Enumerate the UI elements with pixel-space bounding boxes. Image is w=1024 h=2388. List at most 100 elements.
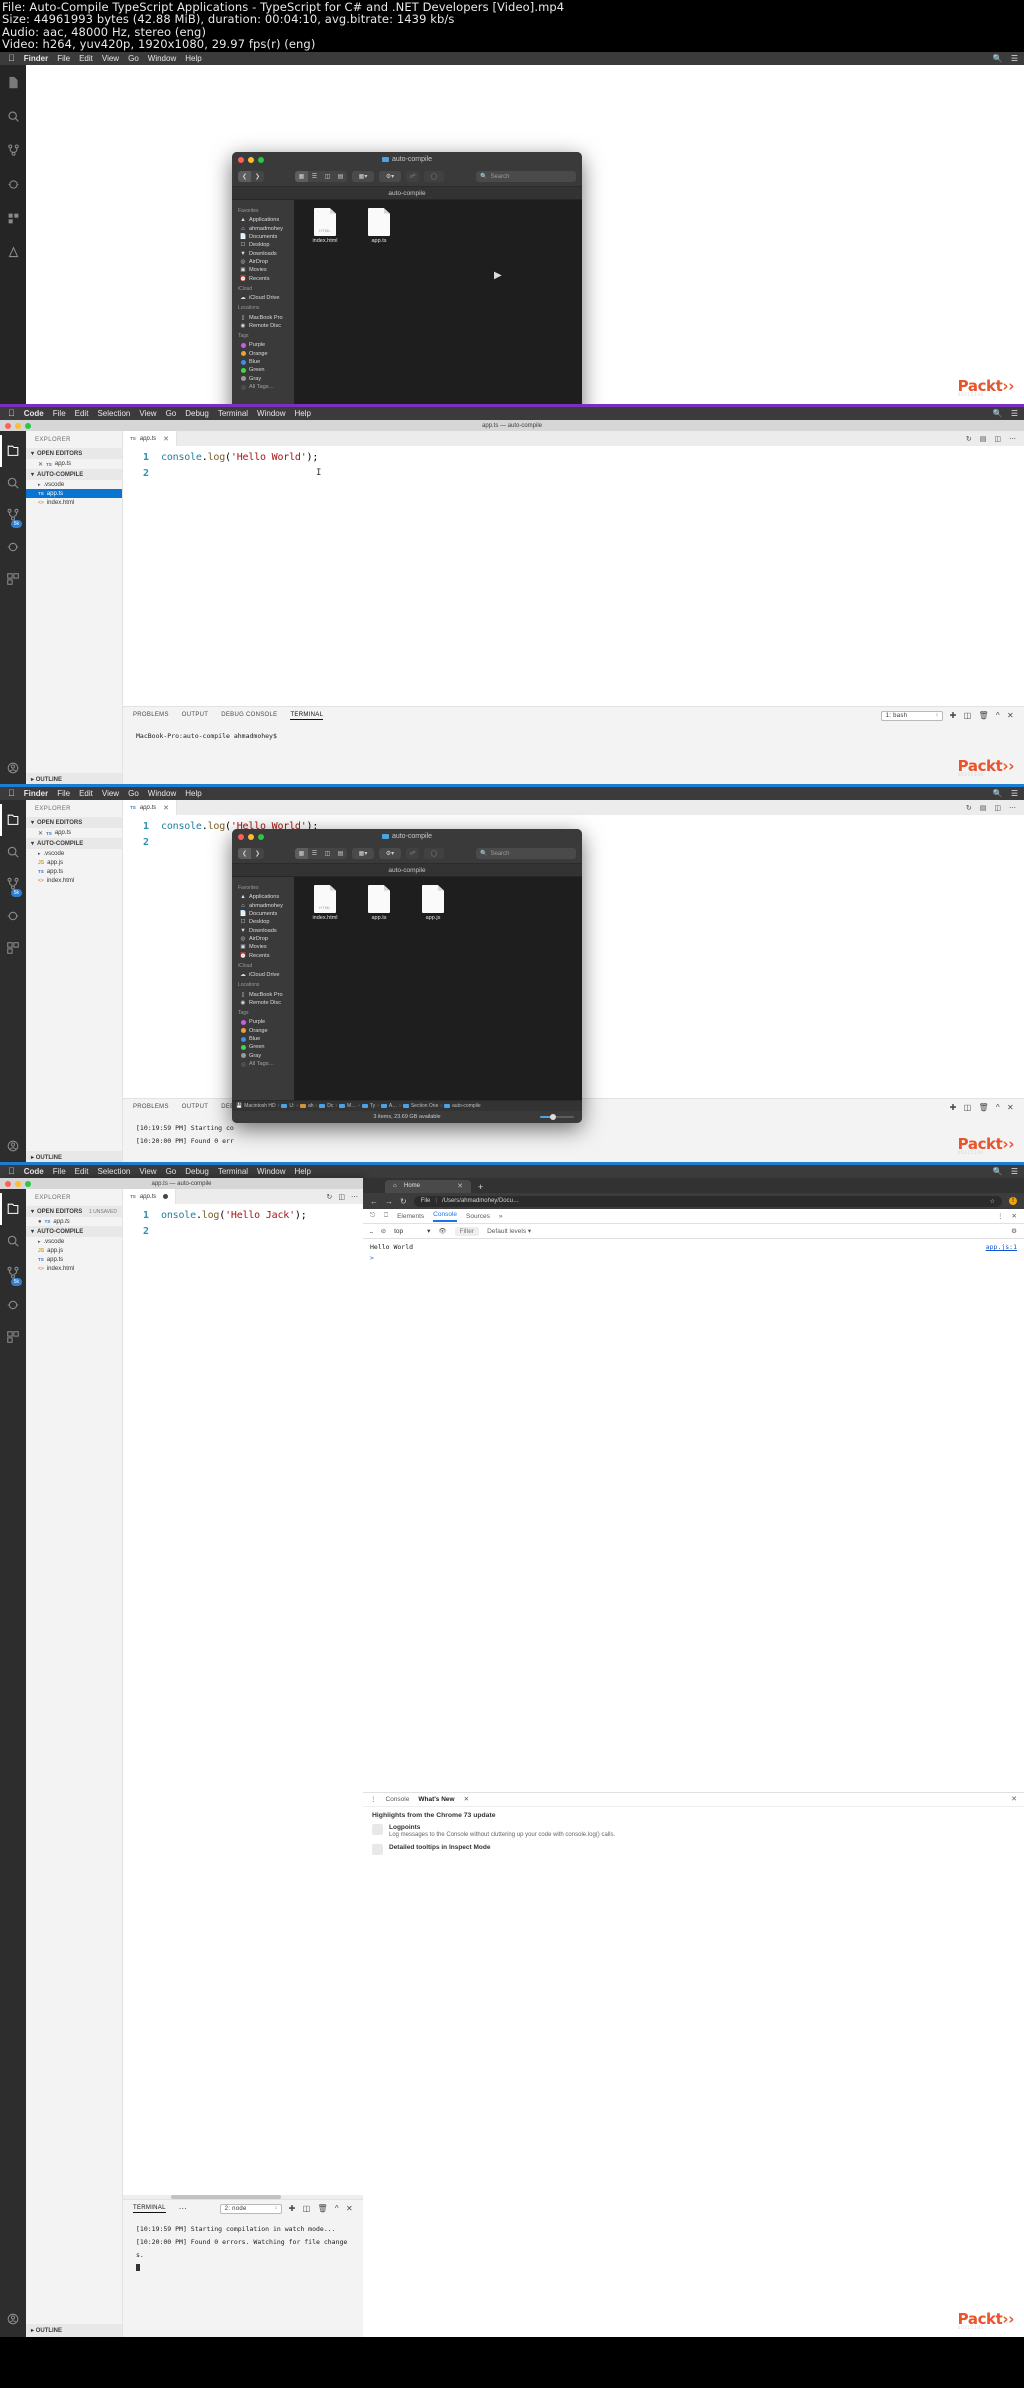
sidebar-item-tag-purple[interactable]: Purple	[232, 1018, 294, 1026]
menubar-item-file[interactable]: File	[57, 789, 70, 798]
tree-row-app-js[interactable]: JS app.js	[26, 858, 122, 867]
finder-window-overlay[interactable]: auto-compile ❮ ❯ ▦ ☰ ◫ ▤ ▦▾ ⚙▾ ☍ ◯ 🔍 Sear…	[232, 829, 582, 1123]
extensions-icon[interactable]	[0, 1321, 26, 1353]
apple-logo-icon[interactable]: 	[8, 789, 15, 798]
icon-view-icon[interactable]: ▦	[295, 848, 308, 859]
devtools-more-icon[interactable]: ⋮	[997, 1212, 1004, 1220]
terminal-selector[interactable]: 1: bash ↕	[880, 710, 943, 721]
outline-section[interactable]: ▸ OUTLINE	[26, 773, 122, 784]
code-editor[interactable]: 1 console.log('Hello World'); 2 I	[123, 446, 1024, 706]
panel-tab-output[interactable]: OUTPUT	[182, 712, 208, 719]
open-changes-icon[interactable]: ▤	[980, 435, 987, 443]
console-prompt[interactable]: >	[370, 1254, 1017, 1262]
menubar-item-help[interactable]: Help	[185, 789, 201, 798]
menubar-controlcenter-icon[interactable]: ☰	[1011, 54, 1018, 63]
tree-row-index-html[interactable]: <> index.html	[26, 498, 122, 507]
menubar-search-icon[interactable]: 🔍	[993, 409, 1003, 418]
icon-size-slider[interactable]	[540, 1114, 574, 1120]
forward-icon[interactable]: →	[385, 1197, 393, 1206]
share-icon[interactable]: ☍	[406, 171, 419, 182]
chevron-right-icon[interactable]: ▸	[38, 1239, 41, 1245]
reload-icon[interactable]: ↻	[400, 1197, 407, 1206]
menubar-item-view[interactable]: View	[139, 1167, 156, 1176]
panel-tabbar[interactable]: TERMINAL ⋯ 2: node ↕ ✚ ◫ 🗑 ^ ✕	[123, 2200, 363, 2217]
bookmark-star-icon[interactable]: ☆	[990, 1198, 995, 1205]
panel-tabbar[interactable]: PROBLEMS OUTPUT DEBUG CONSOLE TERMINAL 1…	[123, 707, 1024, 724]
extensions-icon[interactable]	[0, 563, 26, 595]
maximize-icon[interactable]	[258, 833, 264, 840]
sidebar-item-airdrop[interactable]: ◎ AirDrop	[232, 935, 294, 943]
devtools-tab-elements[interactable]: Elements	[397, 1213, 424, 1220]
sidebar-item-tag-purple[interactable]: Purple	[232, 341, 294, 349]
drawer-tabbar[interactable]: ⋮ Console What's New ✕ ✕	[363, 1793, 1024, 1807]
forward-icon[interactable]: ❯	[251, 171, 264, 182]
explorer-icon[interactable]	[0, 435, 26, 467]
menubar-item-window[interactable]: Window	[148, 54, 176, 63]
icon-view-icon[interactable]: ▦	[295, 171, 308, 182]
menubar-search-icon[interactable]: 🔍	[993, 789, 1003, 798]
file-item[interactable]: HTML index.html	[308, 885, 342, 921]
action-gear-icon[interactable]: ⚙▾	[379, 848, 401, 859]
sidebar-item-tag-green[interactable]: Green	[232, 366, 294, 374]
drawer-tab-console[interactable]: Console	[386, 1796, 410, 1803]
address-bar[interactable]: File | /Users/ahmadmohey/Docu… ☆	[413, 1195, 1002, 1207]
menubar-item-code[interactable]: Code	[24, 1167, 44, 1176]
menubar-item-go[interactable]: Go	[128, 54, 139, 63]
search-icon[interactable]	[0, 1225, 26, 1257]
sidebar-item-applications[interactable]: ▲ Applications	[232, 893, 294, 901]
kill-terminal-icon[interactable]: 🗑	[978, 1103, 988, 1112]
tree-row-vscode-folder[interactable]: ▸ .vscode	[26, 1237, 122, 1246]
open-editors-section[interactable]: ▾ OPEN EDITORS	[26, 817, 122, 828]
sidebar-item-ahmadmohey[interactable]: ⌂ ahmadmohey	[232, 901, 294, 909]
editor-tab-actions[interactable]: ↻ ◫ ⋯	[327, 1189, 364, 1204]
sidebar-item-macbook-pro[interactable]: ▯ MacBook Pro	[232, 990, 294, 998]
menubar-controlcenter-icon[interactable]: ☰	[1011, 1167, 1018, 1176]
project-section-auto-compile[interactable]: ▾ AUTO-COMPILE	[26, 838, 122, 849]
console-context-selector[interactable]: top ▾	[394, 1227, 430, 1236]
vscode-activity-bar[interactable]: 5k	[0, 800, 26, 1162]
whats-new-item[interactable]: Detailed tooltips in Inspect Mode	[372, 1843, 1015, 1855]
kill-terminal-icon[interactable]: 🗑	[317, 2204, 327, 2213]
sidebar-item-applications[interactable]: ▲ Applications	[232, 216, 294, 224]
source-control-icon[interactable]	[0, 133, 26, 167]
close-drawer-icon[interactable]: ✕	[1011, 1795, 1017, 1803]
action-gear-icon[interactable]: ⚙▾	[379, 171, 401, 182]
add-terminal-icon[interactable]: ✚	[950, 1103, 957, 1112]
devtools-tab-console[interactable]: Console	[433, 1211, 458, 1222]
vscode-explorer-sidebar[interactable]: EXPLORER ▾ OPEN EDITORS 1 UNSAVED ● TS app.…	[26, 1189, 123, 2337]
source-control-icon[interactable]: 5k	[0, 499, 26, 531]
finder-menubar[interactable]:  Finder File Edit View Go Window Help 🔍…	[0, 52, 1024, 65]
menubar-search-icon[interactable]: 🔍	[993, 1167, 1003, 1176]
menubar-item-terminal[interactable]: Terminal	[218, 409, 248, 418]
tree-row-app-ts[interactable]: TS app.ts	[26, 867, 122, 876]
search-icon[interactable]	[0, 467, 26, 499]
file-item[interactable]: app.ts	[362, 885, 396, 921]
extensions-icon[interactable]	[0, 932, 26, 964]
finder-sidebar[interactable]: Favorites ▲ Applications ⌂ ahmadmohey 📄 Doc…	[232, 877, 294, 1100]
whats-new-item-title[interactable]: Logpoints	[389, 1824, 420, 1831]
more-actions-icon[interactable]: ⋯	[1009, 435, 1016, 443]
explorer-icon[interactable]	[0, 804, 26, 836]
sidebar-item-airdrop[interactable]: ◎ AirDrop	[232, 258, 294, 266]
tree-row-app-ts[interactable]: TS app.ts	[26, 1255, 122, 1264]
more-actions-icon[interactable]: ⋯	[351, 1193, 358, 1201]
drawer-more-icon[interactable]: ⋮	[370, 1795, 377, 1803]
account-icon[interactable]	[0, 2305, 26, 2337]
editor-tabbar[interactable]: TS app.ts ✕ ↻ ▤ ◫ ⋯	[123, 431, 1024, 446]
menubar-item-selection[interactable]: Selection	[97, 409, 130, 418]
vscode-window[interactable]: app.ts — auto-compile 5k EXPLORER ▾ OPEN …	[0, 420, 1024, 784]
close-panel-icon[interactable]: ✕	[1007, 711, 1014, 720]
vscode-menubar-4[interactable]:  Code File Edit Selection View Go Debug…	[0, 1165, 1024, 1178]
finder-toolbar[interactable]: ❮ ❯ ▦ ☰ ◫ ▤ ▦▾ ⚙▾ ☍ ◯ 🔍 Search	[232, 167, 582, 187]
tree-row-index-html[interactable]: <> index.html	[26, 1264, 122, 1273]
chevron-down-icon[interactable]: ▾	[31, 1228, 34, 1235]
debug-icon[interactable]	[0, 531, 26, 563]
minimize-icon[interactable]	[248, 156, 254, 163]
editor-tab-app-ts[interactable]: TS app.ts	[123, 1189, 177, 1204]
unsaved-dot-icon[interactable]	[163, 1194, 169, 1199]
account-icon[interactable]	[0, 235, 26, 269]
menubar-item-code[interactable]: Code	[24, 409, 44, 418]
panel-tab-terminal[interactable]: TERMINAL	[290, 712, 324, 720]
open-editors-section[interactable]: ▾ OPEN EDITORS	[26, 448, 122, 459]
devtools-panel[interactable]: ⎋ ⎕ Elements Console Sources » ⋮ ✕ ⎵ ⊘ t…	[363, 1209, 1024, 2337]
